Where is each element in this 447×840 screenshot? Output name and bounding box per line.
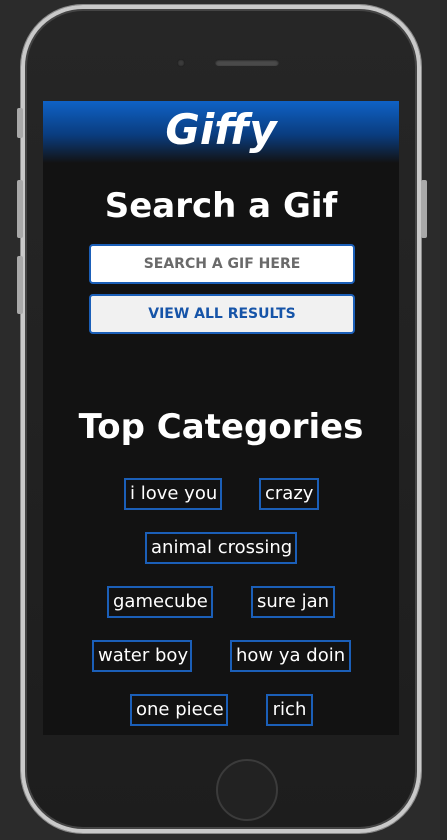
search-heading: Search a Gif xyxy=(104,186,338,226)
power-button xyxy=(421,180,427,238)
mute-switch xyxy=(17,108,23,138)
stage: Giffy Search a Gif VIEW ALL RESULTS Top … xyxy=(0,0,447,840)
app-screen: Giffy Search a Gif VIEW ALL RESULTS Top … xyxy=(43,101,399,735)
view-all-results-button[interactable]: VIEW ALL RESULTS xyxy=(89,294,355,334)
category-chip-one-piece[interactable]: one piece xyxy=(130,694,228,726)
speaker-grille xyxy=(215,59,279,66)
app-title: Giffy xyxy=(165,105,277,154)
home-button[interactable] xyxy=(216,759,278,821)
volume-up-button xyxy=(17,180,23,238)
category-chip-i-love-you[interactable]: i love you xyxy=(124,478,222,510)
volume-down-button xyxy=(17,256,23,314)
camera-icon xyxy=(177,59,185,67)
category-chip-gamecube[interactable]: gamecube xyxy=(107,586,213,618)
categories-heading: Top Categories xyxy=(78,407,364,447)
category-chip-water-boy[interactable]: water boy xyxy=(92,640,192,672)
category-chip-crazy[interactable]: crazy xyxy=(259,478,319,510)
category-chip-sure-jan[interactable]: sure jan xyxy=(251,586,335,618)
category-chip-animal-crossing[interactable]: animal crossing xyxy=(145,532,297,564)
category-chip-rich[interactable]: rich xyxy=(266,694,313,726)
app-header: Giffy xyxy=(43,101,399,163)
search-input[interactable] xyxy=(89,244,355,284)
category-chip-how-ya-doin[interactable]: how ya doin xyxy=(230,640,351,672)
